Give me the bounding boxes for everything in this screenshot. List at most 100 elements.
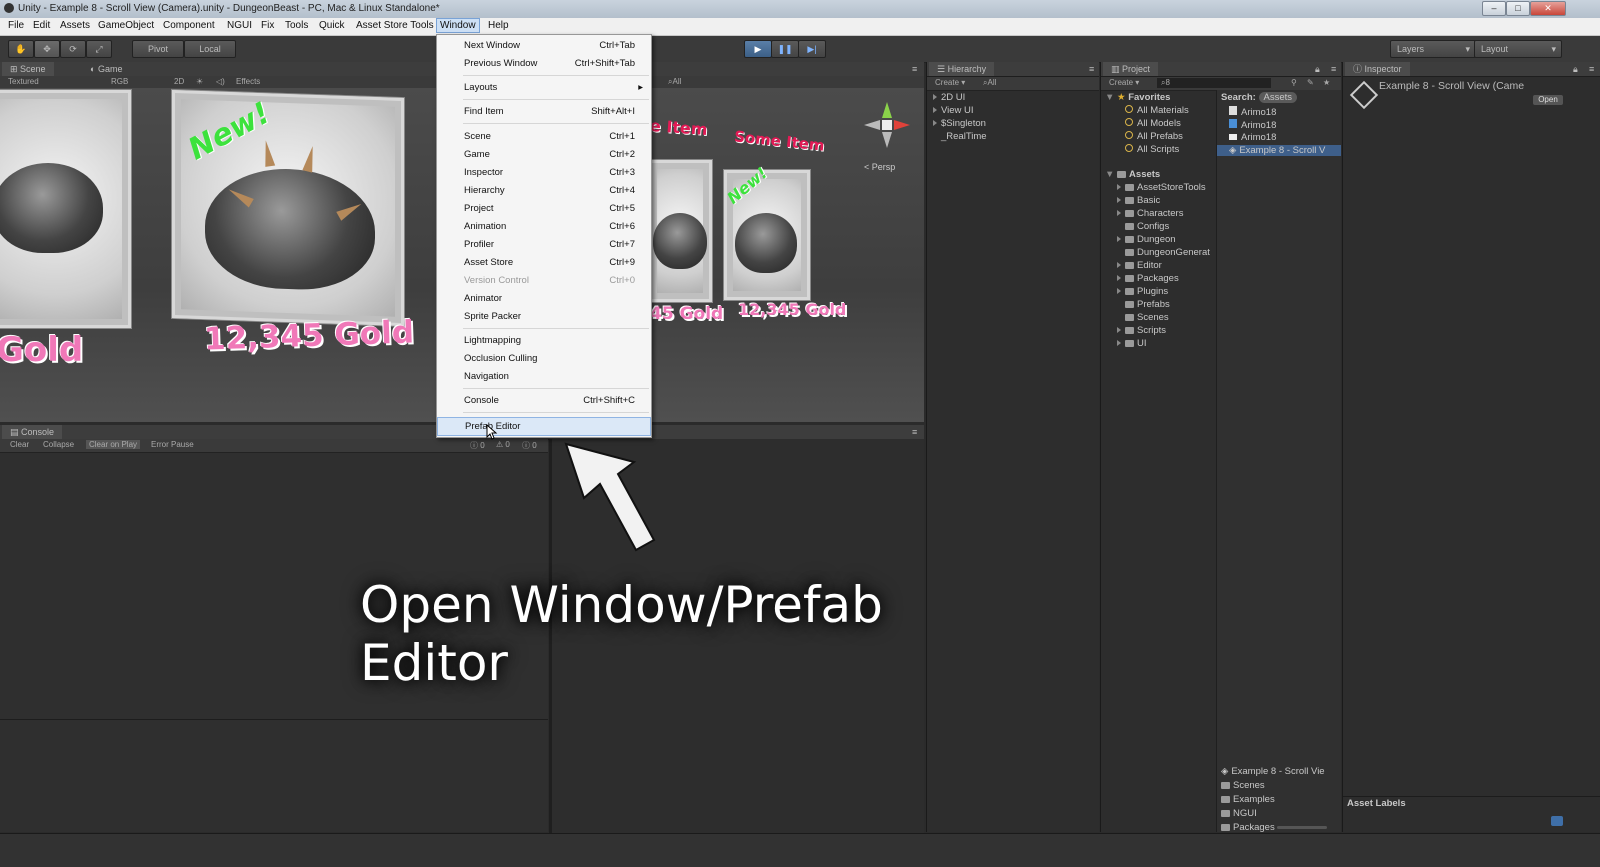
scene-search-input[interactable]: ⌕All [668,77,681,87]
clear-button[interactable]: Clear [10,440,29,449]
menu-item-next-window[interactable]: Next Window Ctrl+Tab [437,37,651,54]
tab-inspector[interactable]: ⓘ Inspector [1345,62,1410,76]
tab-project[interactable]: ▥ Project [1103,62,1159,76]
persp-label[interactable]: < Persp [864,162,895,172]
pivot-toggle-button[interactable]: Pivot [132,40,184,58]
play-button[interactable]: ▶ [744,40,772,58]
folder-item[interactable]: AssetStoreTools [1117,182,1206,193]
menu-item-asset-store[interactable]: Asset Store Ctrl+9 [437,254,651,271]
menu-item-sprite-packer[interactable]: Sprite Packer [437,308,651,325]
expand-arrow-icon[interactable] [1117,288,1121,294]
hierarchy-item[interactable]: 2D UI [933,92,965,103]
result-item[interactable]: Arimo18 [1229,132,1276,143]
hierarchy-item[interactable]: $Singleton [933,118,986,129]
menu-item-occlusion-culling[interactable]: Occlusion Culling [437,350,651,367]
menu-quick[interactable]: Quick [317,20,347,31]
expand-arrow-icon[interactable] [1117,340,1121,346]
favorite-item[interactable]: All Models [1125,118,1181,129]
expand-arrow-icon[interactable] [933,94,937,100]
local-toggle-button[interactable]: Local [184,40,236,58]
menu-asset-store-tools[interactable]: Asset Store Tools [354,20,436,31]
panel-menu-icon[interactable]: ≡ [904,62,925,76]
expand-arrow-icon[interactable] [1117,275,1121,281]
warning-count[interactable]: ⚠ 0 [496,440,510,449]
menu-item-scene[interactable]: Scene Ctrl+1 [437,128,651,145]
rgb-dropdown[interactable]: RGB [111,77,128,86]
light-icon[interactable]: ☀ [196,77,203,86]
hierarchy-search-input[interactable]: ⌕All [983,78,996,88]
menu-item-profiler[interactable]: Profiler Ctrl+7 [437,236,651,253]
expand-arrow-icon[interactable] [1117,210,1121,216]
path-item[interactable]: Scenes [1221,780,1265,791]
hand-tool-button[interactable]: ✋ [8,40,34,58]
icon-size-slider[interactable] [1277,826,1327,829]
menu-item-inspector[interactable]: Inspector Ctrl+3 [437,164,651,181]
2d-toggle[interactable]: 2D [174,77,184,86]
error-pause-button[interactable]: Error Pause [151,440,194,449]
menu-gameobject[interactable]: GameObject [96,20,156,31]
favorite-item[interactable]: All Prefabs [1125,131,1183,142]
menu-item-animator[interactable]: Animator [437,290,651,307]
favorite-star-icon[interactable]: ★ [1323,78,1330,87]
favorites-header[interactable]: ▼ ★ Favorites [1105,92,1170,103]
menu-item-prefab-editor[interactable]: Prefab Editor [437,417,651,436]
expand-arrow-icon[interactable] [933,107,937,113]
console-detail-area[interactable] [0,720,548,832]
menu-help[interactable]: Help [486,20,511,31]
result-item[interactable]: Arimo18 [1229,106,1276,118]
info-count[interactable]: ⓘ 0 [470,440,485,451]
layout-dropdown[interactable]: Layout ▾ [1474,40,1562,58]
expand-arrow-icon[interactable] [1117,184,1121,190]
expand-arrow-icon[interactable] [933,120,937,126]
rotate-tool-button[interactable]: ⟳ [60,40,86,58]
move-tool-button[interactable]: ✥ [34,40,60,58]
folder-item[interactable]: Scenes [1125,312,1169,323]
menu-item-navigation[interactable]: Navigation [437,368,651,385]
error-count[interactable]: ⓘ 0 [522,440,537,451]
folder-item[interactable]: Scripts [1117,325,1166,336]
folder-item[interactable]: Dungeon [1117,234,1176,245]
create-dropdown[interactable]: Create ▾ [1109,78,1139,87]
create-dropdown[interactable]: Create ▾ [935,78,965,87]
effects-dropdown[interactable]: Effects [236,77,260,86]
tab-game[interactable]: ◐ Game [82,62,130,76]
folder-item[interactable]: UI [1117,338,1147,349]
menu-tools[interactable]: Tools [283,20,310,31]
expand-arrow-icon[interactable] [1117,197,1121,203]
hierarchy-item[interactable]: View UI [933,105,974,116]
step-button[interactable]: ▶| [798,40,826,58]
path-item[interactable]: ◈ Example 8 - Scroll Vie [1221,766,1325,777]
layers-dropdown[interactable]: Layers ▾ [1390,40,1476,58]
menu-file[interactable]: File [6,20,26,31]
menu-item-console[interactable]: Console Ctrl+Shift+C [437,392,651,409]
close-button[interactable]: ✕ [1530,1,1566,16]
folder-item[interactable]: Packages [1117,273,1179,284]
collapse-button[interactable]: Collapse [43,440,74,449]
folder-item[interactable]: Prefabs [1125,299,1170,310]
shading-mode-dropdown[interactable]: Textured [8,77,39,86]
panel-menu-icon[interactable]: ≡ [1581,62,1600,76]
search-scope-assets-button[interactable]: Assets [1258,92,1298,103]
minimize-button[interactable]: – [1482,1,1506,16]
menu-ngui[interactable]: NGUI [225,20,254,31]
path-item[interactable]: NGUI [1221,808,1257,819]
folder-item[interactable]: Configs [1125,221,1169,232]
menu-item-project[interactable]: Project Ctrl+5 [437,200,651,217]
filter-label-icon[interactable]: ✎ [1307,78,1314,87]
folder-item[interactable]: Characters [1117,208,1183,219]
expand-arrow-icon[interactable] [1117,262,1121,268]
project-search-input[interactable]: ⌕8 [1157,78,1271,88]
tab-console[interactable]: ▤ Console [2,425,63,439]
hierarchy-item[interactable]: _RealTime [941,131,987,142]
audio-icon[interactable]: ◁) [216,77,225,86]
menu-edit[interactable]: Edit [31,20,52,31]
path-item[interactable]: Packages [1221,822,1275,833]
expand-arrow-icon[interactable] [1117,236,1121,242]
open-button[interactable]: Open [1533,95,1563,105]
folder-item[interactable]: DungeonGenerat [1125,247,1210,258]
menu-item-find-item[interactable]: Find Item Shift+Alt+I [437,103,651,120]
menu-window[interactable]: Window [436,18,480,33]
menu-item-hierarchy[interactable]: Hierarchy Ctrl+4 [437,182,651,199]
pause-button[interactable]: ❚❚ [771,40,799,58]
folder-item[interactable]: Plugins [1117,286,1168,297]
